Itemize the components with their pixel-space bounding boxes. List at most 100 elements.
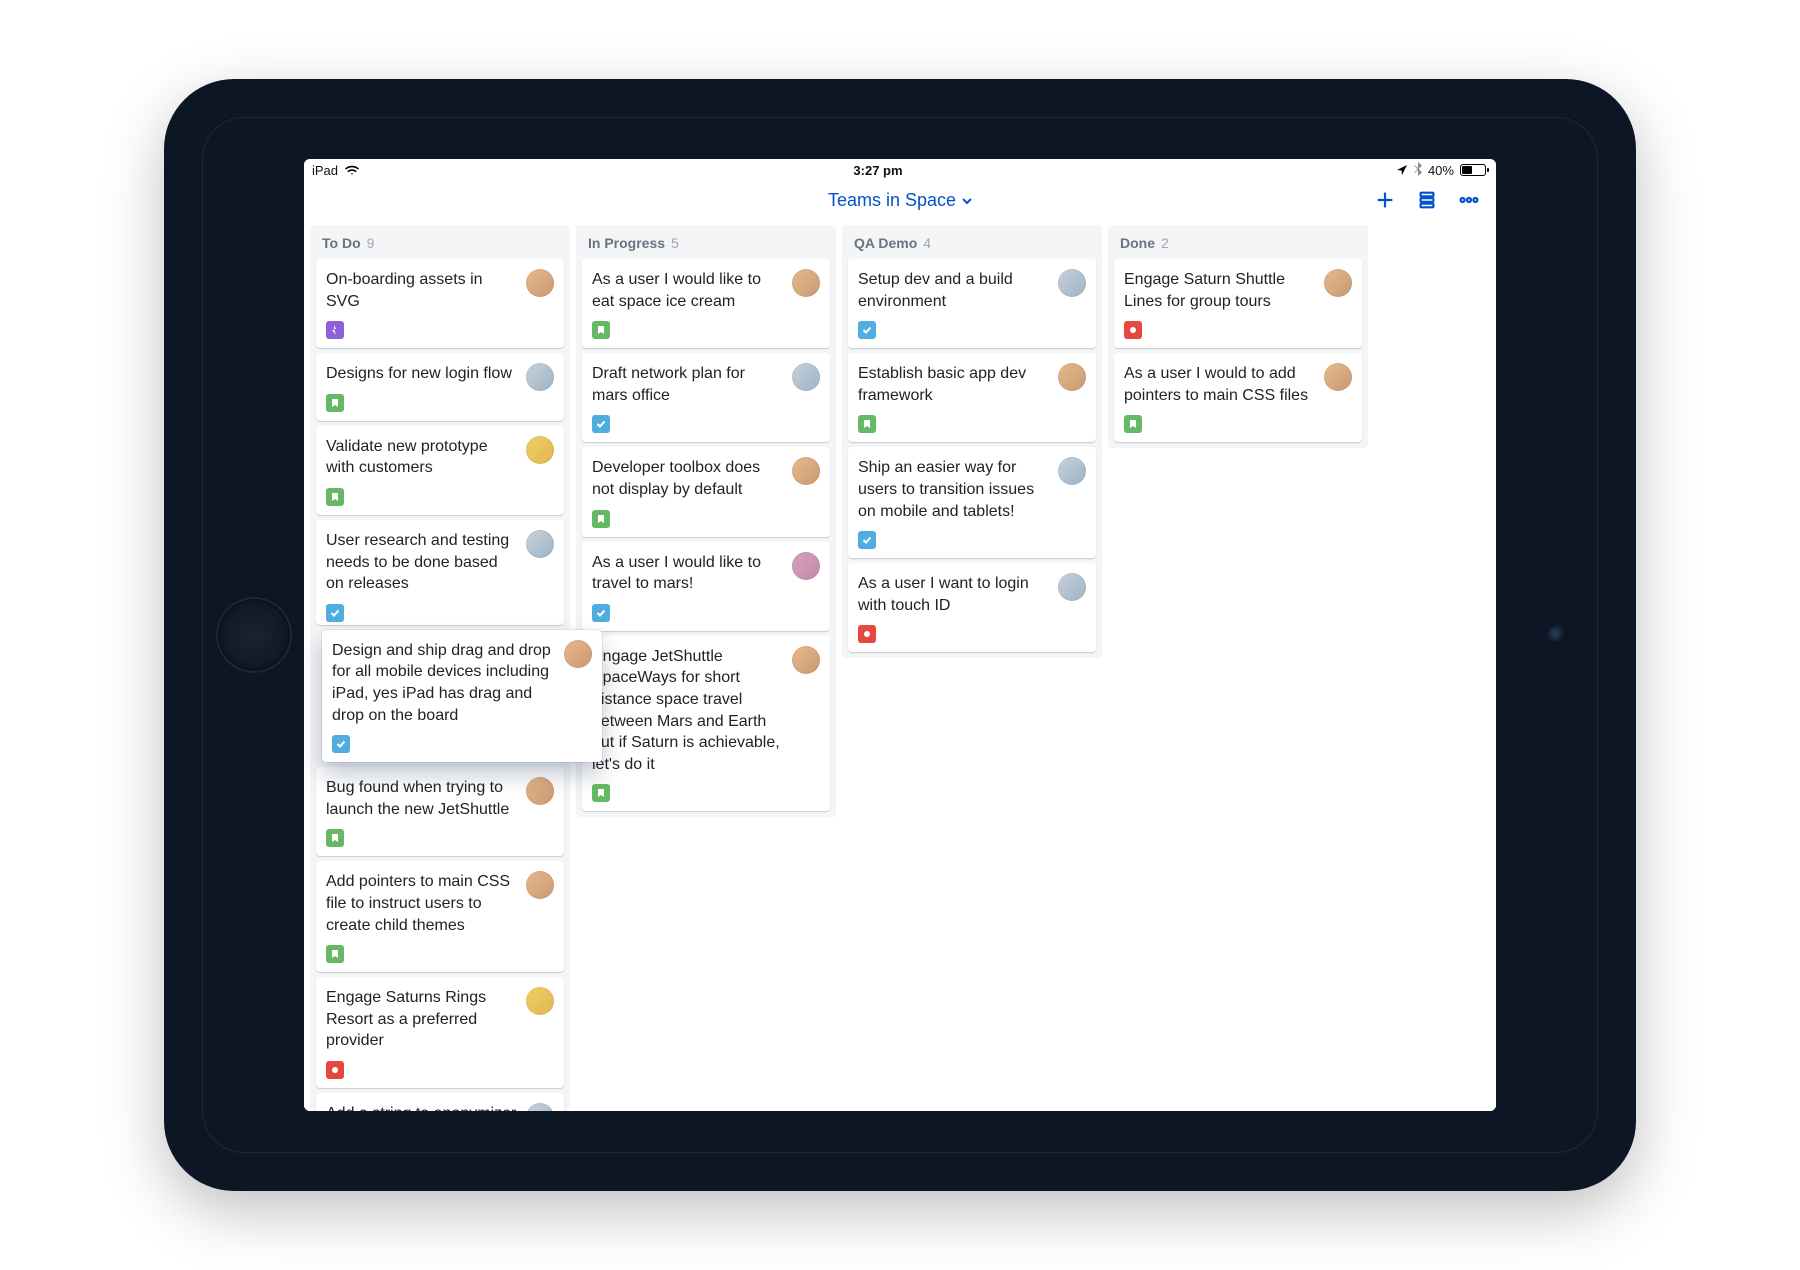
card-title: Engage Saturns Rings Resort as a preferr… (326, 987, 554, 1052)
board-column[interactable]: QA Demo4 Setup dev and a build environmen… (842, 225, 1102, 658)
bug-icon (858, 625, 876, 643)
column-count: 2 (1161, 235, 1169, 251)
card-title: On-boarding assets in SVG (326, 269, 554, 312)
card-title: As a user I would to add pointers to mai… (1124, 363, 1352, 406)
card-title: Establish basic app dev framework (858, 363, 1086, 406)
card-title: Developer toolbox does not display by de… (592, 457, 820, 500)
card-title: As a user I would like to eat space ice … (592, 269, 820, 312)
column-title: In Progress (588, 235, 665, 251)
issue-card[interactable]: As a user I would like to travel to mars… (582, 542, 830, 631)
assignee-avatar[interactable] (564, 640, 592, 668)
story-icon (592, 510, 610, 528)
bug-icon (326, 1061, 344, 1079)
issue-card[interactable]: Engage Saturn Shuttle Lines for group to… (1114, 259, 1362, 348)
issue-card[interactable]: Bug found when trying to launch the new … (316, 767, 564, 856)
issue-card[interactable]: Ship an easier way for users to transiti… (848, 447, 1096, 558)
card-title: Add a string to anonymizer main textutil… (326, 1103, 554, 1111)
column-header: To Do 9 (316, 235, 564, 253)
card-title: Draft network plan for mars office (592, 363, 820, 406)
assignee-avatar[interactable] (526, 530, 554, 558)
task-icon (592, 604, 610, 622)
issue-card[interactable]: As a user I want to login with touch ID (848, 563, 1096, 652)
more-icon[interactable] (1458, 189, 1480, 211)
battery-icon (1460, 164, 1486, 176)
assignee-avatar[interactable] (1324, 269, 1352, 297)
assignee-avatar[interactable] (1324, 363, 1352, 391)
wifi-icon (344, 164, 360, 176)
column-title: To Do (322, 235, 361, 251)
assignee-avatar[interactable] (526, 987, 554, 1015)
issue-card[interactable]: Designs for new login flow (316, 353, 564, 421)
card-title: Designs for new login flow (326, 363, 554, 385)
assignee-avatar[interactable] (526, 436, 554, 464)
clock: 3:27 pm (853, 163, 902, 178)
card-title: Design and ship drag and drop for all mo… (332, 640, 592, 726)
story-icon (326, 488, 344, 506)
task-icon (858, 531, 876, 549)
assignee-avatar[interactable] (792, 269, 820, 297)
chevron-down-icon (962, 190, 972, 211)
carrier-label: iPad (312, 163, 338, 178)
column-count: 5 (671, 235, 679, 251)
card-title: User research and testing needs to be do… (326, 530, 554, 595)
card-title: Setup dev and a build environment (858, 269, 1086, 312)
issue-card[interactable]: Add pointers to main CSS file to instruc… (316, 861, 564, 972)
issue-card[interactable]: Engage Saturns Rings Resort as a preferr… (316, 977, 564, 1088)
add-button[interactable] (1374, 189, 1396, 211)
assignee-avatar[interactable] (526, 363, 554, 391)
card-title: Ship an easier way for users to transiti… (858, 457, 1086, 522)
column-header: Done 2 (1114, 235, 1362, 253)
card-title: Engage Saturn Shuttle Lines for group to… (1124, 269, 1352, 312)
assignee-avatar[interactable] (1058, 363, 1086, 391)
board-picker[interactable]: Teams in Space (828, 190, 972, 211)
issue-card[interactable]: On-boarding assets in SVG (316, 259, 564, 348)
issue-card[interactable]: User research and testing needs to be do… (316, 520, 564, 625)
location-icon (1396, 164, 1408, 176)
screen: iPad 3:27 pm 40% (304, 159, 1496, 1111)
card-title: As a user I want to login with touch ID (858, 573, 1086, 616)
card-title: Validate new prototype with customers (326, 436, 554, 479)
issue-card[interactable]: Design and ship drag and drop for all mo… (322, 630, 602, 762)
bug-icon (1124, 321, 1142, 339)
assignee-avatar[interactable] (526, 777, 554, 805)
story-icon (326, 394, 344, 412)
issue-card[interactable]: Draft network plan for mars office (582, 353, 830, 442)
board-column[interactable]: In Progress 5 As a user I would like to ea… (576, 225, 836, 817)
column-header: QA Demo4 (848, 235, 1096, 253)
assignee-avatar[interactable] (792, 646, 820, 674)
column-title: Done (1120, 235, 1155, 251)
story-icon (592, 784, 610, 802)
kanban-board[interactable]: To Do 9 On-boarding assets in SVG Designs f… (304, 219, 1496, 1111)
issue-card[interactable]: Validate new prototype with customers (316, 426, 564, 515)
task-icon (326, 604, 344, 622)
ios-status-bar: iPad 3:27 pm 40% (304, 159, 1496, 181)
story-icon (326, 829, 344, 847)
issue-card[interactable]: Developer toolbox does not display by de… (582, 447, 830, 536)
issue-card[interactable]: As a user I would to add pointers to mai… (1114, 353, 1362, 442)
story-icon (858, 415, 876, 433)
card-title: As a user I would like to travel to mars… (592, 552, 820, 595)
issue-card[interactable]: Add a string to anonymizer main textutil… (316, 1093, 564, 1111)
column-title: QA Demo (854, 235, 917, 251)
issue-card[interactable]: Establish basic app dev framework (848, 353, 1096, 442)
ipad-frame: iPad 3:27 pm 40% (164, 79, 1636, 1191)
card-title: Add pointers to main CSS file to instruc… (326, 871, 554, 936)
assignee-avatar[interactable] (1058, 269, 1086, 297)
board-column[interactable]: Done 2 Engage Saturn Shuttle Lines for gro… (1108, 225, 1368, 448)
app-header: Teams in Space (304, 181, 1496, 219)
bluetooth-icon (1414, 162, 1422, 179)
issue-card[interactable]: Engage JetShuttle SpaceWays for short di… (582, 636, 830, 812)
issue-card[interactable]: As a user I would like to eat space ice … (582, 259, 830, 348)
assignee-avatar[interactable] (792, 552, 820, 580)
issue-card[interactable]: Setup dev and a build environment (848, 259, 1096, 348)
board-column[interactable]: To Do 9 On-boarding assets in SVG Designs f… (310, 225, 570, 1111)
card-title: Engage JetShuttle SpaceWays for short di… (592, 646, 820, 776)
epic-icon (326, 321, 344, 339)
backlog-icon[interactable] (1416, 189, 1438, 211)
front-camera (1548, 626, 1566, 644)
assignee-avatar[interactable] (1058, 573, 1086, 601)
assignee-avatar[interactable] (792, 363, 820, 391)
column-count: 9 (367, 235, 375, 251)
assignee-avatar[interactable] (526, 269, 554, 297)
home-button[interactable] (216, 597, 292, 673)
